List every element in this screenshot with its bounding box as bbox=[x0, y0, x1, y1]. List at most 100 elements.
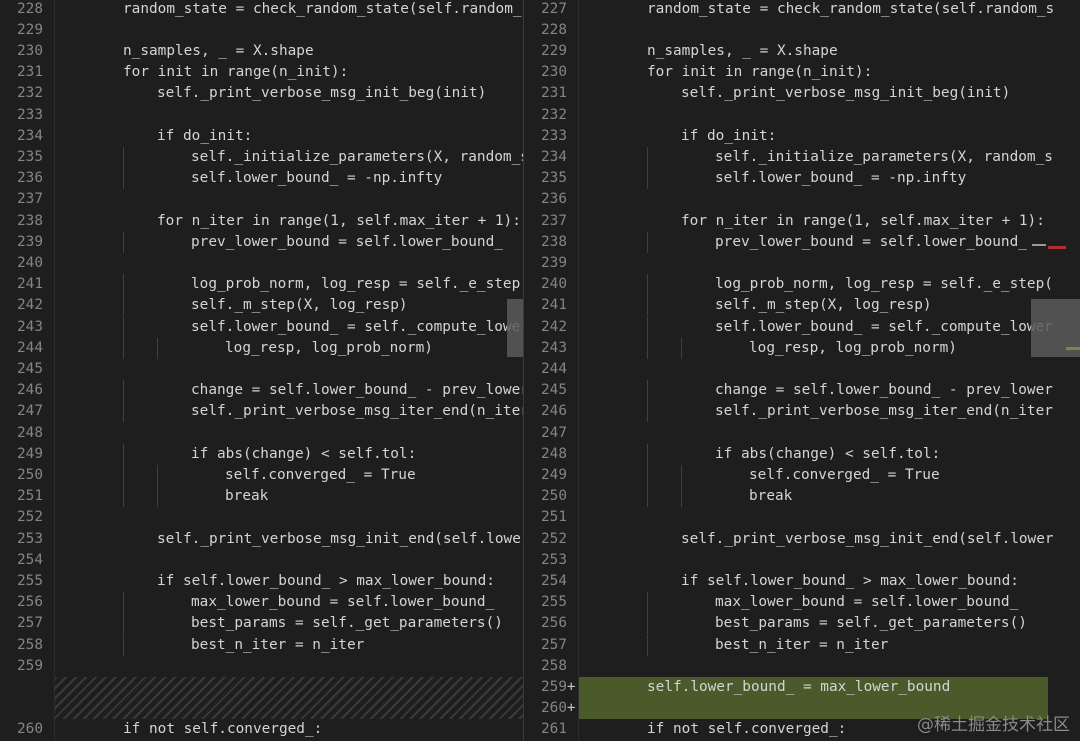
code-line[interactable]: 251 break bbox=[0, 486, 523, 508]
diff-added-marker: + bbox=[567, 700, 576, 717]
code-line[interactable]: 242 self._m_step(X, log_resp) bbox=[0, 295, 523, 317]
scrollbar-thumb[interactable] bbox=[507, 299, 523, 357]
code-line[interactable] bbox=[0, 677, 523, 698]
code-line[interactable]: 227 random_state = check_random_state(sel… bbox=[524, 0, 1080, 20]
code-line[interactable]: 241 self._m_step(X, log_resp) bbox=[524, 295, 1080, 317]
code-line[interactable]: 256 best_params = self._get_parameters() bbox=[524, 613, 1080, 635]
code-line[interactable]: 245 bbox=[0, 359, 523, 380]
code-line[interactable]: 255 if self.lower_bound_ > max_lower_boun… bbox=[0, 571, 523, 592]
code-line[interactable]: 243 log_resp, log_prob_norm) bbox=[524, 337, 1080, 359]
indent-guide bbox=[647, 274, 648, 296]
code-line[interactable]: 239 bbox=[524, 253, 1080, 274]
code-line[interactable]: 230 n_samples, _ = X.shape bbox=[0, 41, 523, 62]
code-line[interactable]: 240 log_prob_norm, log_resp = self._e_ste… bbox=[524, 274, 1080, 296]
code-line[interactable]: 241 log_prob_norm, log_resp = self._e_ste… bbox=[0, 274, 523, 296]
code-line[interactable]: 250 break bbox=[524, 486, 1080, 508]
code-line[interactable]: 235 self.lower_bound_ = -np.infty bbox=[524, 168, 1080, 190]
line-number: 227 bbox=[541, 0, 567, 17]
indent-guide bbox=[681, 337, 682, 359]
code-text: for n_iter in range(1, self.max_iter + 1… bbox=[157, 212, 521, 229]
line-number: 246 bbox=[17, 382, 43, 399]
code-line[interactable]: 251 bbox=[524, 507, 1080, 528]
code-line[interactable]: 249 if abs(change) < self.tol: bbox=[0, 443, 523, 465]
line-number: 245 bbox=[17, 360, 43, 377]
code-line[interactable]: 260 if not self.converged_: bbox=[0, 719, 523, 740]
code-line[interactable]: 259 + self.lower_bound_ = max_lower_bound bbox=[524, 677, 1080, 698]
indent-guide bbox=[647, 231, 648, 253]
code-line[interactable]: 233 if do_init: bbox=[524, 126, 1080, 147]
code-line[interactable]: 258 best_n_iter = n_iter bbox=[0, 634, 523, 656]
indent-guide bbox=[647, 168, 648, 190]
diff-left-pane[interactable]: 228 random_state = check_random_state(sel… bbox=[0, 0, 523, 741]
code-line[interactable]: 244 log_resp, log_prob_norm) bbox=[0, 337, 523, 359]
code-line[interactable]: 231 self._print_verbose_msg_init_beg(init… bbox=[524, 83, 1080, 104]
line-number: 236 bbox=[17, 170, 43, 187]
diff-right-pane[interactable]: 227 random_state = check_random_state(sel… bbox=[524, 0, 1080, 741]
code-text: for init in range(n_init): bbox=[123, 64, 349, 81]
code-line[interactable]: 232 bbox=[524, 105, 1080, 126]
code-line[interactable]: 232 self._print_verbose_msg_init_beg(init… bbox=[0, 83, 523, 104]
code-line[interactable]: 250 self.converged_ = True bbox=[0, 464, 523, 487]
code-line[interactable]: 230 for init in range(n_init): bbox=[524, 62, 1080, 83]
code-line[interactable]: 242 self.lower_bound_ = self._compute_low… bbox=[524, 316, 1080, 338]
code-line[interactable]: 233 bbox=[0, 105, 523, 126]
code-line[interactable]: 231 for init in range(n_init): bbox=[0, 62, 523, 83]
code-line[interactable]: 229 bbox=[0, 20, 523, 41]
code-line[interactable]: 253 self._print_verbose_msg_init_end(self… bbox=[0, 529, 523, 550]
code-line[interactable]: 252 self._print_verbose_msg_init_end(self… bbox=[524, 529, 1080, 550]
line-number: 235 bbox=[17, 148, 43, 165]
code-text: log_resp, log_prob_norm) bbox=[749, 339, 957, 356]
code-line[interactable]: 247 bbox=[524, 423, 1080, 444]
code-line[interactable]: 254 if self.lower_bound_ > max_lower_boun… bbox=[524, 571, 1080, 592]
indent-guide bbox=[123, 464, 124, 487]
code-text: log_prob_norm, log_resp = self._e_step( bbox=[715, 276, 1053, 293]
code-line[interactable]: 257 best_n_iter = n_iter bbox=[524, 634, 1080, 656]
code-text: break bbox=[749, 488, 793, 505]
code-line[interactable]: 248 bbox=[0, 423, 523, 444]
code-line[interactable]: 245 change = self.lower_bound_ - prev_low… bbox=[524, 380, 1080, 402]
code-line[interactable]: 234 if do_init: bbox=[0, 126, 523, 147]
code-line[interactable]: 248 if abs(change) < self.tol: bbox=[524, 443, 1080, 465]
line-number: 233 bbox=[541, 127, 567, 144]
code-line[interactable]: 254 bbox=[0, 550, 523, 571]
code-line[interactable]: 249 self.converged_ = True bbox=[524, 464, 1080, 487]
code-line[interactable] bbox=[0, 698, 523, 719]
code-line[interactable]: 259 bbox=[0, 656, 523, 677]
code-text: self.converged_ = True bbox=[225, 466, 416, 483]
code-line[interactable]: 236 self.lower_bound_ = -np.infty bbox=[0, 168, 523, 190]
code-line[interactable]: 240 bbox=[0, 253, 523, 274]
indent-guide bbox=[157, 486, 158, 508]
code-line[interactable]: 235 self._initialize_parameters(X, random… bbox=[0, 146, 523, 169]
code-line[interactable]: 246 self._print_verbose_msg_iter_end(n_it… bbox=[524, 401, 1080, 423]
line-number: 252 bbox=[541, 530, 567, 547]
code-line[interactable]: 244 bbox=[524, 359, 1080, 380]
code-line[interactable]: 237 bbox=[0, 189, 523, 210]
line-number: 237 bbox=[17, 191, 43, 208]
code-line[interactable]: 229 n_samples, _ = X.shape bbox=[524, 41, 1080, 62]
code-line[interactable]: 228 bbox=[524, 20, 1080, 41]
line-number: 261 bbox=[541, 721, 567, 738]
indent-guide bbox=[647, 464, 648, 487]
code-line[interactable]: 239 prev_lower_bound = self.lower_bound_ bbox=[0, 231, 523, 253]
code-text: if do_init: bbox=[681, 127, 777, 144]
code-line[interactable]: 237 for n_iter in range(1, self.max_iter … bbox=[524, 211, 1080, 232]
code-line[interactable]: 238 prev_lower_bound = self.lower_bound_ bbox=[524, 231, 1080, 253]
code-text: best_n_iter = n_iter bbox=[715, 636, 889, 653]
code-line[interactable]: 255 max_lower_bound = self.lower_bound_ bbox=[524, 592, 1080, 614]
line-number: 232 bbox=[17, 85, 43, 102]
code-line[interactable]: 234 self._initialize_parameters(X, random… bbox=[524, 146, 1080, 169]
indent-guide bbox=[157, 464, 158, 487]
code-line[interactable]: 252 bbox=[0, 507, 523, 528]
code-line[interactable]: 258 bbox=[524, 656, 1080, 677]
line-number: 245 bbox=[541, 382, 567, 399]
line-number: 236 bbox=[541, 191, 567, 208]
code-line[interactable]: 253 bbox=[524, 550, 1080, 571]
code-line[interactable]: 238 for n_iter in range(1, self.max_iter … bbox=[0, 211, 523, 232]
code-line[interactable]: 247 self._print_verbose_msg_iter_end(n_it… bbox=[0, 401, 523, 423]
code-line[interactable]: 246 change = self.lower_bound_ - prev_low… bbox=[0, 380, 523, 402]
code-line[interactable]: 236 bbox=[524, 189, 1080, 210]
code-line[interactable]: 256 max_lower_bound = self.lower_bound_ bbox=[0, 592, 523, 614]
code-line[interactable]: 243 self.lower_bound_ = self._compute_low… bbox=[0, 316, 523, 338]
code-line[interactable]: 257 best_params = self._get_parameters() bbox=[0, 613, 523, 635]
code-line[interactable]: 228 random_state = check_random_state(sel… bbox=[0, 0, 523, 20]
